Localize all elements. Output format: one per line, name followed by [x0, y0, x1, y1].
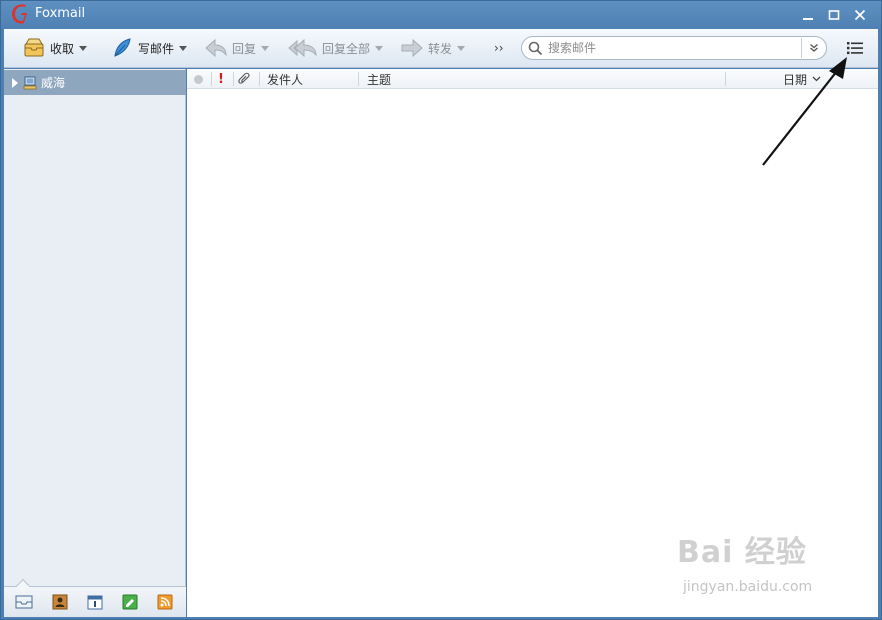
- compose-dropdown-caret-icon[interactable]: [179, 45, 188, 51]
- reply-label: 回复: [232, 41, 257, 56]
- column-divider: [358, 72, 359, 86]
- more-toolbar-label: ››: [494, 41, 504, 55]
- contacts-module-icon[interactable]: [51, 594, 69, 610]
- receive-button[interactable]: 收取: [22, 35, 88, 61]
- receive-label: 收取: [50, 41, 75, 56]
- close-icon: [854, 9, 866, 21]
- compose-button[interactable]: 写邮件: [110, 35, 188, 61]
- minimize-icon: [803, 18, 813, 20]
- reply-all-dropdown-caret-icon[interactable]: [375, 45, 384, 51]
- close-button[interactable]: [850, 5, 870, 25]
- account-label: 威海: [41, 76, 66, 90]
- message-list: ! 发件人 主题 日期: [187, 69, 878, 617]
- maximize-button[interactable]: [824, 5, 844, 25]
- column-divider: [725, 72, 726, 86]
- column-divider: [259, 72, 260, 86]
- mail-module-icon[interactable]: [15, 594, 33, 610]
- date-column-header[interactable]: 日期: [783, 69, 833, 89]
- read-status-icon: [194, 74, 203, 84]
- column-divider: [233, 72, 234, 86]
- priority-column-header[interactable]: !: [218, 69, 228, 89]
- foxmail-logo-icon: [12, 4, 27, 24]
- forward-label: 转发: [428, 41, 453, 56]
- compose-label: 写邮件: [138, 41, 175, 56]
- search-box: [521, 36, 827, 60]
- subject-column-header[interactable]: 主题: [367, 69, 667, 89]
- forward-button[interactable]: 转发: [400, 35, 466, 61]
- inbox-tray-icon: [22, 36, 46, 60]
- message-list-header: ! 发件人 主题 日期: [187, 69, 878, 89]
- forward-arrow-icon: [400, 36, 424, 60]
- calendar-module-icon[interactable]: [86, 594, 104, 610]
- paperclip-icon: [238, 72, 250, 84]
- column-divider: [211, 72, 212, 86]
- search-icon: [528, 41, 543, 56]
- account-computer-icon: [23, 76, 37, 89]
- sort-chevron-down-icon: [812, 76, 821, 82]
- selected-module-indicator: [15, 578, 31, 594]
- exclamation-priority-icon: !: [218, 71, 224, 87]
- app-title: Foxmail: [35, 6, 86, 21]
- main-toolbar: 收取 写邮件 回复 回复全部 转发 ›› 搜索邮件: [4, 29, 878, 68]
- attachment-column-header[interactable]: [237, 69, 257, 89]
- minimize-button[interactable]: [798, 5, 818, 25]
- title-bar: Foxmail: [1, 1, 881, 29]
- rss-module-icon[interactable]: [156, 594, 174, 610]
- forward-dropdown-caret-icon[interactable]: [457, 45, 466, 51]
- search-input[interactable]: [548, 39, 788, 57]
- feather-pen-icon: [110, 36, 134, 60]
- sender-column-header[interactable]: 发件人: [267, 69, 357, 89]
- receive-dropdown-caret-icon[interactable]: [79, 45, 88, 51]
- reply-dropdown-caret-icon[interactable]: [261, 45, 270, 51]
- main-menu-button[interactable]: [844, 37, 866, 59]
- read-status-column-header[interactable]: [194, 69, 206, 89]
- expand-arrow-icon[interactable]: [12, 77, 18, 88]
- folder-sidebar: 威海: [4, 69, 186, 617]
- module-switcher-bar: [4, 578, 186, 617]
- account-item[interactable]: 威海: [4, 70, 186, 95]
- reply-all-button[interactable]: 回复全部: [288, 35, 384, 61]
- reply-all-label: 回复全部: [322, 41, 371, 56]
- maximize-icon: [828, 10, 840, 20]
- reply-button[interactable]: 回复: [204, 35, 270, 61]
- date-column-label: 日期: [783, 72, 808, 87]
- notes-module-icon[interactable]: [121, 594, 139, 610]
- reply-arrow-icon: [204, 36, 228, 60]
- foxmail-window: Foxmail 收取 写邮件 回复 回复全部 转发 ›› 搜索邮件 威海 ! 发…: [0, 0, 882, 620]
- reply-all-arrow-icon: [288, 36, 318, 60]
- menu-list-icon: [847, 42, 863, 55]
- more-toolbar-button[interactable]: ››: [494, 35, 504, 61]
- double-chevron-down-icon: [809, 44, 818, 52]
- search-options-button[interactable]: [801, 38, 825, 58]
